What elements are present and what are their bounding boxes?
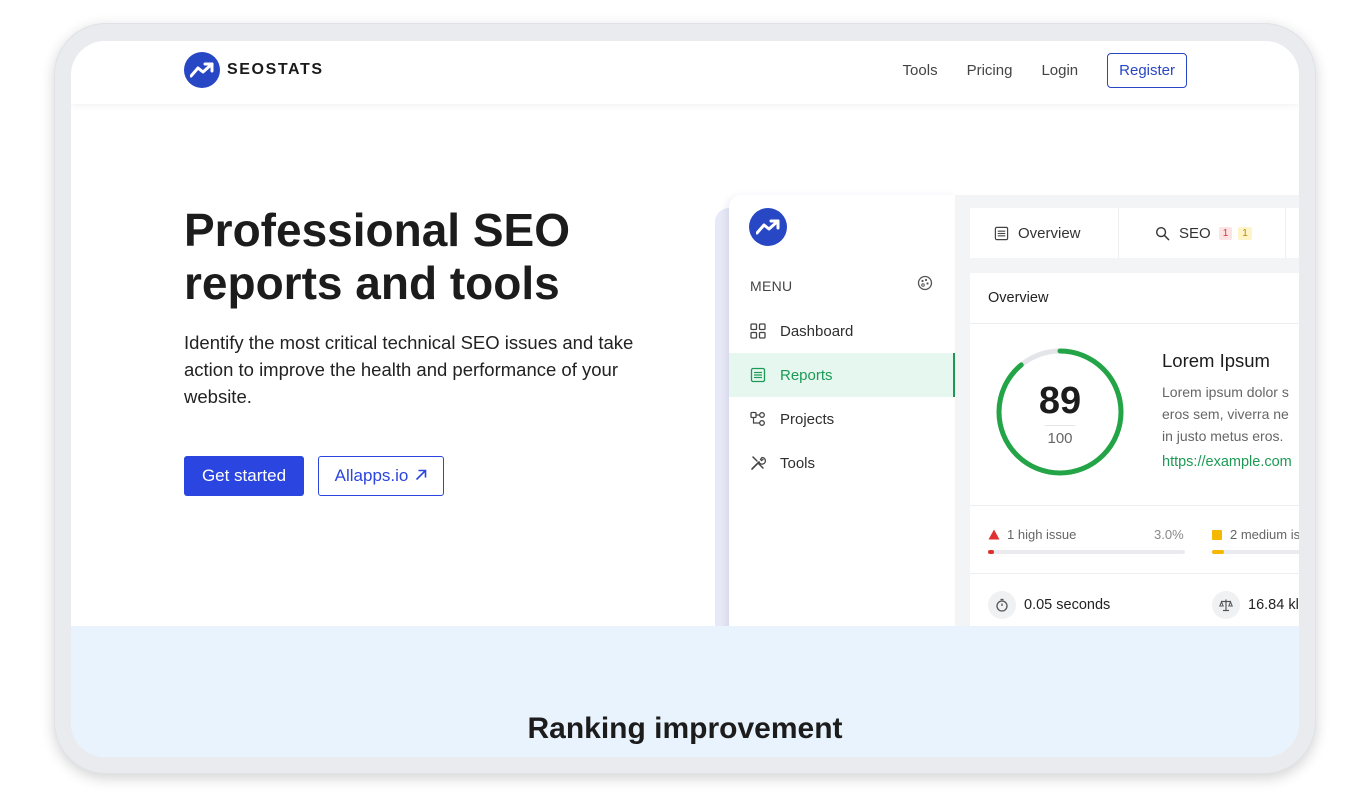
menu-label: MENU xyxy=(750,278,793,294)
page-size-stat: 16.84 kl xyxy=(1212,591,1299,619)
menu-item-tools[interactable]: Tools xyxy=(729,441,955,485)
ranking-section: Ranking improvement xyxy=(71,626,1299,757)
menu-item-reports[interactable]: Reports xyxy=(729,353,955,397)
medium-issue-bar-fill xyxy=(1212,550,1224,554)
tab-seo[interactable]: SEO 1 1 xyxy=(1119,208,1286,258)
trend-up-icon xyxy=(749,208,787,246)
get-started-label: Get started xyxy=(201,466,287,485)
hero-subtitle: Identify the most critical technical SEO… xyxy=(184,332,634,407)
external-link-arrow-icon xyxy=(415,466,427,486)
nav-link-tools[interactable]: Tools xyxy=(903,62,938,79)
card-title: Overview xyxy=(988,290,1049,306)
info-line: Lorem ipsum dolor s xyxy=(1162,384,1289,400)
info-description: Lorem ipsum dolor s eros sem, viverra ne… xyxy=(1162,381,1299,447)
stopwatch-icon xyxy=(988,591,1016,619)
issue-percent: 3.0% xyxy=(1154,527,1184,542)
nav-links: Tools Pricing Login Register xyxy=(903,53,1187,88)
tools-icon xyxy=(750,455,766,471)
tab-label: Overview xyxy=(1018,224,1081,242)
hero-title: Professional SEO reports and tools xyxy=(184,204,571,309)
divider xyxy=(970,505,1299,506)
divider xyxy=(970,573,1299,574)
score-max: 100 xyxy=(1047,430,1073,447)
site-url-link[interactable]: https://example.com xyxy=(1162,454,1292,470)
stat-value: 16.84 kl xyxy=(1248,597,1299,613)
menu-item-label: Reports xyxy=(780,366,833,384)
menu-item-projects[interactable]: Projects xyxy=(729,397,955,441)
nav-link-login[interactable]: Login xyxy=(1041,62,1078,79)
palette-icon[interactable] xyxy=(917,275,933,296)
preview-tabbar: Overview SEO 1 1 xyxy=(970,208,1299,258)
warning-triangle-icon xyxy=(988,529,1000,540)
allapps-link-button[interactable]: Allapps.io xyxy=(318,456,444,496)
brand-logo[interactable]: SEOSTATS xyxy=(184,52,324,88)
register-button[interactable]: Register xyxy=(1107,53,1187,88)
info-title: Lorem Ipsum xyxy=(1162,350,1270,371)
issue-label: 2 medium is xyxy=(1230,527,1299,542)
medium-square-icon xyxy=(1212,529,1222,540)
report-list-icon xyxy=(750,367,766,383)
load-time-stat: 0.05 seconds xyxy=(988,591,1110,619)
stat-value: 0.05 seconds xyxy=(1024,597,1111,613)
get-started-button[interactable]: Get started xyxy=(184,456,304,496)
tab-label: SEO xyxy=(1179,224,1211,242)
search-icon xyxy=(1155,226,1170,241)
trend-up-icon xyxy=(184,52,220,88)
high-issue-bar-fill xyxy=(988,550,994,554)
medium-issue-badge: 1 xyxy=(1238,226,1252,240)
menu-item-label: Dashboard xyxy=(780,322,854,340)
tab-overview[interactable]: Overview xyxy=(970,208,1119,258)
nav-link-pricing[interactable]: Pricing xyxy=(967,62,1013,79)
allapps-label: Allapps.io xyxy=(334,466,409,485)
divider xyxy=(970,323,1299,324)
medium-issue-row: 2 medium is xyxy=(1212,527,1299,542)
overview-card: Overview 89 100 Lorem Ipsum Lorem ipsum … xyxy=(970,273,1299,635)
preview-sidebar: MENU Dashboard Reports Projects Tools xyxy=(729,195,955,635)
section-title: Ranking improvement xyxy=(527,712,843,745)
menu-item-label: Projects xyxy=(780,410,835,428)
menu-item-label: Tools xyxy=(780,454,816,472)
divider xyxy=(1045,425,1075,426)
brand-name: SEOSTATS xyxy=(227,61,324,78)
medium-issue-bar xyxy=(1212,550,1299,554)
high-issue-row: 1 high issue xyxy=(988,527,1076,542)
browser-viewport: SEOSTATS Tools Pricing Login Register Pr… xyxy=(71,41,1299,757)
info-line: in justo metus eros. xyxy=(1162,428,1284,444)
top-navbar: SEOSTATS Tools Pricing Login Register xyxy=(71,41,1299,104)
issue-label: 1 high issue xyxy=(1007,527,1077,542)
preview-main-panel: Overview SEO 1 1 Overview 89 100 Lorem I… xyxy=(955,195,1299,635)
grid-icon xyxy=(750,323,766,339)
score-value: 89 xyxy=(1038,380,1082,422)
high-issue-badge: 1 xyxy=(1218,226,1233,240)
info-line: eros sem, viverra ne xyxy=(1162,406,1289,422)
scale-icon xyxy=(1212,591,1240,619)
overview-icon xyxy=(994,226,1009,241)
menu-item-dashboard[interactable]: Dashboard xyxy=(729,309,955,353)
high-issue-bar xyxy=(988,550,1185,554)
projects-icon xyxy=(750,411,766,427)
